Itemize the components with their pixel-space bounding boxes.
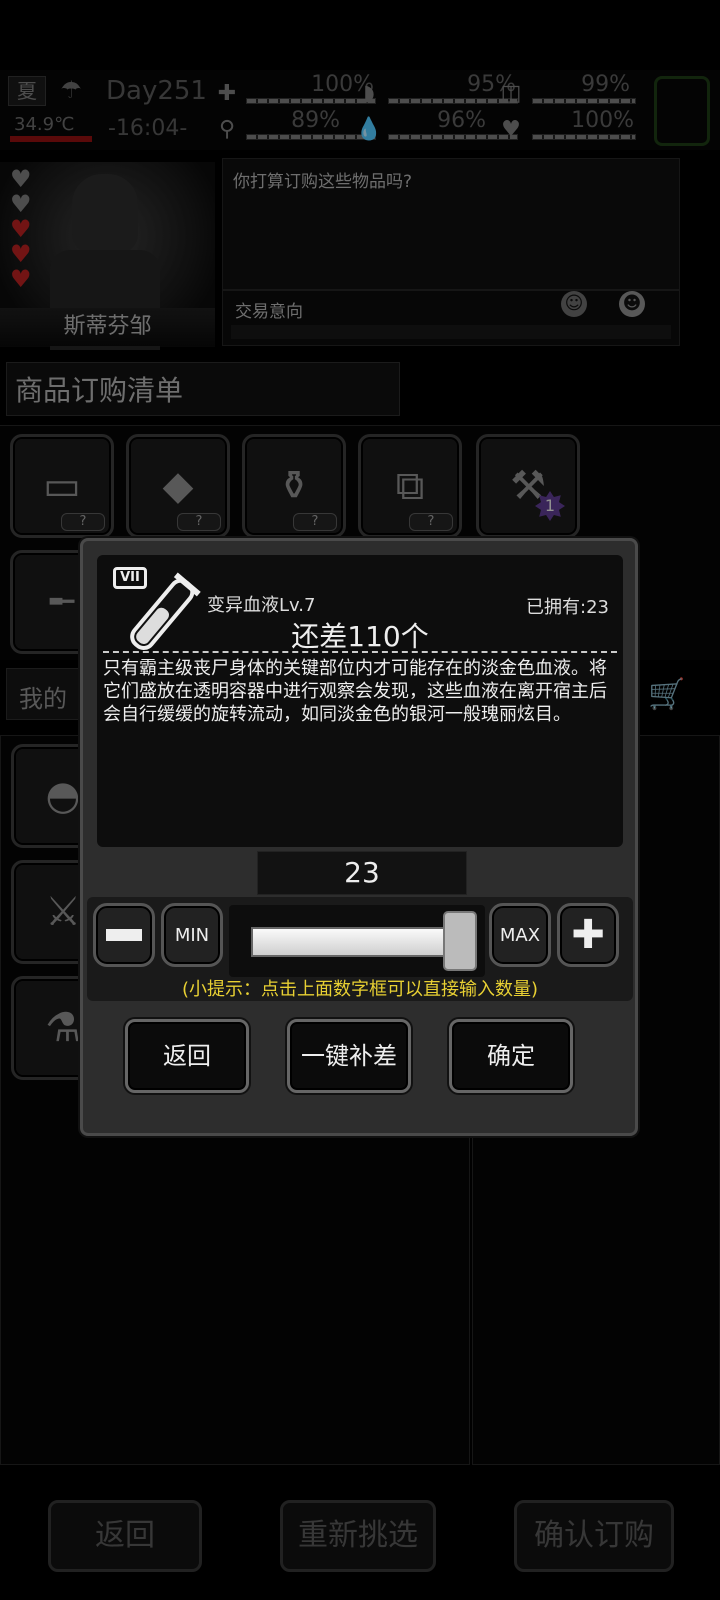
hint-text: (小提示：点击上面数字框可以直接输入数量) (181, 979, 539, 1000)
quantity-slider[interactable] (229, 905, 485, 977)
modal-confirm-button[interactable]: 确定 (449, 1019, 573, 1093)
max-button[interactable]: MAX (489, 903, 551, 967)
divider (103, 651, 617, 653)
shortage-count: 还差110个 (291, 620, 429, 653)
modal-back-button[interactable]: 返回 (125, 1019, 249, 1093)
slider-handle[interactable] (443, 911, 477, 971)
slider-fill (251, 927, 451, 957)
purchase-quantity-dialog: VII 变异血液Lv.7 已拥有:23 还差110个 只有霸主级丧尸身体的关键部… (80, 538, 638, 1136)
minus-icon (106, 929, 142, 941)
item-name: 变异血液Lv.7 (207, 595, 316, 616)
item-info-panel: VII 变异血液Lv.7 已拥有:23 还差110个 只有霸主级丧尸身体的关键部… (97, 555, 623, 847)
item-description: 只有霸主级丧尸身体的关键部位内才可能存在的淡金色血液。将它们盛放在透明容器中进行… (103, 658, 607, 725)
decrease-button[interactable] (93, 903, 155, 967)
quantity-controls: MIN MAX ✚ (小提示：点击上面数字框可以直接输入数量) (87, 897, 633, 1001)
fill-gap-button[interactable]: 一键补差 (287, 1019, 411, 1093)
plus-icon[interactable]: ✚ (557, 903, 619, 967)
quantity-input[interactable]: 23 (257, 851, 467, 895)
min-button[interactable]: MIN (161, 903, 223, 967)
